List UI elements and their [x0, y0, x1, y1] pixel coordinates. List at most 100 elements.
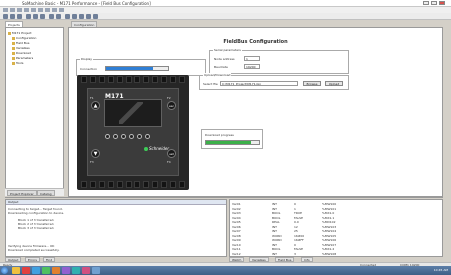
menu-online[interactable]	[38, 8, 43, 12]
table-row[interactable]: Var04 BOOL FALSE %MX1.1	[232, 216, 440, 220]
app-taskbar-icon[interactable]	[72, 267, 80, 274]
table-row[interactable]: Var03 BOOL TRUE %MX1.0	[232, 211, 440, 215]
table-row[interactable]: Var08 WORD 16#00 %MW105	[232, 234, 440, 238]
paste-icon[interactable]	[40, 14, 45, 19]
file-group-legend: Upload/Download	[203, 73, 232, 77]
download-icon[interactable]	[79, 14, 84, 19]
table-cell: INT	[272, 202, 277, 206]
table-cell: 3	[294, 251, 296, 256]
table-cell: Var04	[232, 215, 241, 220]
cut-icon[interactable]	[26, 14, 31, 19]
table-cell: 1	[294, 206, 296, 211]
panel-splitter[interactable]	[5, 197, 443, 198]
device-up-button[interactable]: ▲	[91, 101, 100, 110]
open-icon[interactable]	[10, 14, 15, 19]
table-row[interactable]: Var06 INT 12 %MW103	[232, 225, 440, 229]
table-cell: BOOL	[272, 211, 281, 215]
table-cell: Var10	[232, 242, 241, 247]
table-row[interactable]: Var07 INT 25 %MW104	[232, 229, 440, 233]
key-label-f2: F2	[167, 96, 171, 100]
upload-button[interactable]: Upload	[325, 81, 343, 86]
device-display	[104, 99, 162, 127]
table-cell: 0.0	[294, 220, 299, 224]
app-taskbar-icon[interactable]	[42, 267, 50, 274]
file-path-field[interactable]: C:\M171_Project\M171.bin	[220, 81, 298, 86]
table-row[interactable]: Var10 INT 0 %MW107	[232, 243, 440, 247]
menu-window[interactable]	[52, 8, 57, 12]
table-row[interactable]: Var11 BOOL FALSE %MX1.2	[232, 247, 440, 251]
baudrate-field[interactable]: 19200	[244, 64, 260, 69]
build-icon[interactable]	[65, 14, 70, 19]
project-explorer-button[interactable]: Project Explorer	[7, 190, 37, 196]
system-clock: 10:45 AM	[433, 268, 448, 272]
tree-item-fieldbus[interactable]: Field Bus	[12, 41, 29, 45]
tree-item-variables[interactable]: Variables	[12, 46, 30, 50]
device-status-leds	[105, 134, 150, 139]
table-cell: TRUE	[294, 211, 303, 215]
table-cell: Var03	[232, 211, 241, 215]
menu-view[interactable]	[17, 8, 22, 12]
key-label-f3: F3	[90, 160, 94, 164]
device-down-button[interactable]: ▼	[91, 149, 100, 158]
stop-icon[interactable]	[93, 14, 98, 19]
menu-file[interactable]	[3, 8, 8, 12]
table-cell: INT	[272, 251, 277, 256]
tree-item-project[interactable]: M171 Project	[8, 31, 32, 35]
maximize-button[interactable]	[431, 1, 437, 5]
display-group-legend: Display	[80, 57, 94, 61]
table-row[interactable]: Var01 INT 0 %MW100	[232, 202, 440, 206]
device-esc-button[interactable]: esc	[167, 101, 176, 110]
explorer-taskbar-icon[interactable]	[12, 267, 20, 274]
table-cell: %MW105	[322, 233, 337, 238]
menu-help[interactable]	[59, 8, 64, 12]
console-line: Download completed successfully.	[8, 248, 60, 252]
table-cell: %MW103	[322, 224, 337, 229]
node-address-label: Node address	[214, 57, 235, 61]
table-cell: %MD102	[322, 220, 336, 224]
table-cell: BOOL	[272, 215, 281, 220]
table-row[interactable]: Var09 WORD 16#FF %MW106	[232, 238, 440, 242]
undo-icon[interactable]	[49, 14, 54, 19]
tree-item-tools[interactable]: Tools	[12, 61, 23, 65]
tree-item-configuration[interactable]: Configuration	[12, 36, 36, 40]
console-line: Downloading configuration to device.	[8, 211, 65, 215]
menu-edit[interactable]	[10, 8, 15, 12]
table-row[interactable]: Var02 INT 1 %MW101	[232, 207, 440, 211]
menu-tools[interactable]	[45, 8, 50, 12]
catalog-button[interactable]: Catalog	[37, 190, 55, 196]
variables-table: Var01 INT 0 %MW100 Var02 INT 1 %MW101 Var03 BOOL T…	[229, 199, 443, 257]
minimize-button[interactable]	[423, 1, 429, 5]
start-button-icon[interactable]	[1, 267, 8, 274]
run-icon[interactable]	[86, 14, 91, 19]
app-taskbar-icon[interactable]	[32, 267, 40, 274]
menu-project[interactable]	[24, 8, 29, 12]
browse-button[interactable]: Browse	[303, 81, 321, 86]
table-cell: %MX1.0	[322, 211, 335, 215]
table-row[interactable]: Var05 REAL 0.0 %MD102	[232, 220, 440, 224]
tree-item-label: Field Bus	[16, 41, 30, 45]
table-row[interactable]: Var12 INT 3 %MW108	[232, 252, 440, 256]
close-button[interactable]	[439, 1, 445, 5]
folder-icon	[8, 31, 11, 35]
browser-taskbar-icon[interactable]	[22, 267, 30, 274]
table-cell: Var06	[232, 224, 241, 229]
folder-icon	[12, 51, 15, 55]
connection-progress-fill	[106, 67, 153, 70]
toolbar	[0, 13, 451, 20]
app-taskbar-icon[interactable]	[92, 267, 100, 274]
app-taskbar-icon[interactable]	[52, 267, 60, 274]
redo-icon[interactable]	[56, 14, 61, 19]
tree-item-label: M171 Project	[12, 31, 32, 35]
table-cell: 12	[294, 224, 298, 229]
tree-item-download[interactable]: Download	[12, 51, 31, 55]
menu-build[interactable]	[31, 8, 36, 12]
node-address-field[interactable]: 1	[244, 56, 260, 61]
app-taskbar-icon[interactable]	[62, 267, 70, 274]
tree-item-parameters[interactable]: Parameters	[12, 56, 33, 60]
folder-icon	[12, 36, 15, 40]
save-icon[interactable]	[17, 14, 22, 19]
copy-icon[interactable]	[33, 14, 38, 19]
new-icon[interactable]	[3, 14, 8, 19]
connect-icon[interactable]	[72, 14, 77, 19]
app-taskbar-icon[interactable]	[82, 267, 90, 274]
